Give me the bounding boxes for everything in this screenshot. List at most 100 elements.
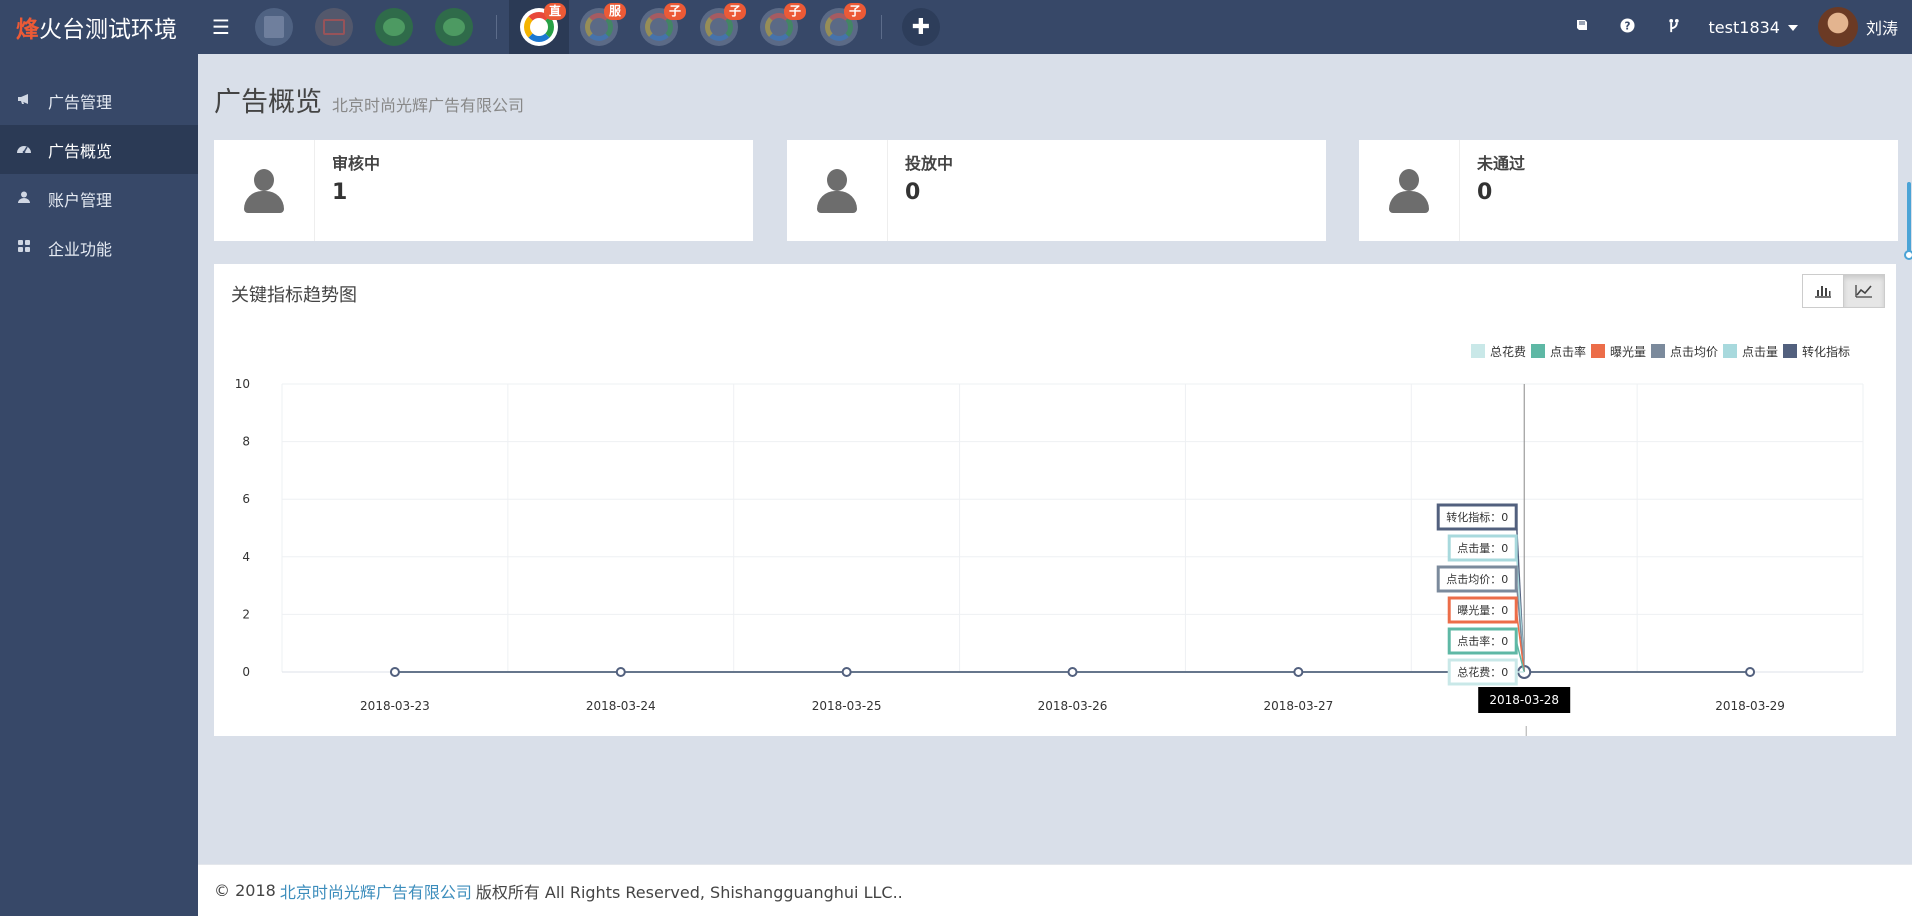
legend-label: 点击均价	[1670, 345, 1718, 359]
y-tick-label: 4	[242, 550, 250, 564]
legend-swatch	[1723, 344, 1737, 358]
sidebar-item-ad-management[interactable]: 广告管理	[0, 76, 198, 125]
tooltip-text: 点击量：0	[1457, 542, 1508, 555]
main-app-icon[interactable]: 直	[509, 0, 569, 54]
wechat-icon[interactable]	[364, 0, 424, 54]
sidebar-item-account-management[interactable]: 账户管理	[0, 174, 198, 223]
legend-label: 转化指标	[1802, 344, 1850, 359]
tooltip-text: 点击率：0	[1457, 634, 1508, 648]
username: test1834	[1708, 17, 1780, 37]
app-badge: 服	[604, 3, 626, 20]
stat-label: 未通过	[1477, 154, 1526, 173]
book-icon[interactable]	[1559, 18, 1605, 36]
branch-icon[interactable]	[1651, 18, 1697, 37]
legend-label: 曝光量	[1610, 345, 1646, 359]
data-point	[1745, 667, 1756, 677]
scrollbar[interactable]	[1904, 182, 1912, 262]
add-app-button[interactable]: ✚	[902, 8, 940, 46]
tooltip-text: 曝光量：0	[1457, 603, 1508, 617]
app-badge: 子	[784, 3, 806, 20]
stat-box-rejected: 未通过 0	[1359, 140, 1898, 241]
dashboard-icon	[16, 142, 32, 158]
brand-name: 火台测试环境	[39, 17, 177, 43]
trend-chart[interactable]: 0 2 4 6 8 10 2018-03-23 2018-03-24 2018-03-25 201…	[214, 264, 1896, 736]
main-content: 广告概览 北京时尚光辉广告有限公司 审核中 1 投放中 0 未通过 0 0 2 4 6…	[198, 54, 1912, 916]
page-title: 广告概览	[214, 87, 322, 118]
grid-icon	[16, 239, 32, 256]
person-icon	[787, 140, 888, 241]
avatar[interactable]	[1817, 7, 1858, 47]
stat-label: 审核中	[332, 154, 381, 173]
line-chart-icon[interactable]	[1843, 274, 1885, 308]
stat-box-reviewing: 审核中 1	[214, 140, 753, 241]
app-icon-2[interactable]	[304, 0, 364, 54]
x-tick-label: 2018-03-27	[1263, 699, 1333, 713]
sub-app-icon[interactable]: 子	[689, 0, 749, 54]
chevron-down-icon	[1787, 25, 1798, 31]
person-icon	[1359, 140, 1460, 241]
y-tick-label: 10	[235, 377, 250, 391]
service-app-icon[interactable]: 服	[569, 0, 629, 54]
copyright-year: © 2018	[214, 881, 276, 900]
legend-label: 总花费	[1490, 344, 1526, 359]
menu-toggle-icon[interactable]: ☰	[198, 0, 244, 54]
app-badge: 直	[544, 3, 566, 20]
sub-app-icon[interactable]: 子	[629, 0, 689, 54]
data-point	[615, 667, 626, 677]
legend-swatch	[1783, 344, 1797, 358]
brand-logo[interactable]: 烽火台测试环境	[0, 0, 198, 54]
y-tick-label: 8	[242, 435, 250, 449]
legend-swatch	[1651, 344, 1665, 358]
sidebar-item-label: 账户管理	[48, 190, 113, 210]
wechat-icon[interactable]	[424, 0, 484, 54]
footer: © 2018 北京时尚光辉广告有限公司 版权所有 All Rights Rese…	[198, 864, 1912, 916]
sub-app-icon[interactable]: 子	[809, 0, 869, 54]
app-icon-1[interactable]	[244, 0, 304, 54]
chart-title: 关键指标趋势图	[231, 285, 357, 306]
x-tick-label: 2018-03-23	[360, 699, 430, 713]
company-link[interactable]: 北京时尚光辉广告有限公司	[280, 879, 472, 903]
stat-value: 1	[332, 180, 348, 205]
y-tick-label: 6	[242, 492, 250, 506]
stat-box-running: 投放中 0	[787, 140, 1326, 241]
sidebar-item-label: 广告管理	[48, 92, 113, 112]
data-point	[1067, 667, 1078, 677]
display-name: 刘涛	[1865, 19, 1898, 38]
x-hover-label: 2018-03-28	[1489, 693, 1559, 707]
legend-swatch	[1471, 344, 1485, 358]
legend-swatch	[1591, 344, 1605, 358]
data-point	[389, 667, 400, 677]
tooltip-text: 转化指标：0	[1446, 510, 1508, 524]
stat-value: 0	[905, 180, 921, 205]
top-navbar: 烽火台测试环境 ☰ 直 服 子 子 子 子 ✚ ? test1834 刘涛	[0, 0, 1912, 54]
app-badge: 子	[664, 3, 686, 20]
app-switcher: 直 服 子 子 子 子 ✚	[244, 0, 940, 54]
sidebar-item-enterprise-features[interactable]: 企业功能	[0, 223, 198, 272]
bar-chart-icon[interactable]	[1802, 274, 1844, 308]
svg-text:?: ?	[1625, 20, 1631, 32]
x-tick-label: 2018-03-25	[812, 699, 882, 713]
data-point	[841, 667, 852, 677]
y-tick-label: 0	[242, 665, 250, 679]
divider	[496, 15, 497, 39]
sub-app-icon[interactable]: 子	[749, 0, 809, 54]
user-icon	[16, 191, 32, 207]
legend-swatch	[1531, 344, 1545, 358]
x-tick-label: 2018-03-26	[1038, 699, 1108, 713]
user-menu[interactable]: test1834	[1697, 18, 1818, 37]
y-tick-label: 2	[242, 607, 250, 621]
topbar-right: ? test1834 刘涛	[1559, 0, 1912, 54]
sidebar-item-label: 广告概览	[48, 141, 113, 161]
trend-chart-panel: 0 2 4 6 8 10 2018-03-23 2018-03-24 2018-03-25 201…	[214, 264, 1896, 736]
sidebar-item-ad-overview[interactable]: 广告概览	[0, 125, 198, 174]
app-badge: 子	[844, 3, 866, 20]
divider	[881, 15, 882, 39]
person-icon	[214, 140, 315, 241]
app-badge: 子	[724, 3, 746, 20]
page-header: 广告概览 北京时尚光辉广告有限公司	[214, 80, 524, 119]
legend-label: 点击率	[1550, 344, 1586, 359]
help-icon[interactable]: ?	[1605, 17, 1651, 37]
page-subtitle: 北京时尚光辉广告有限公司	[332, 96, 525, 115]
rights-text: 版权所有 All Rights Reserved, Shishangguangh…	[475, 882, 903, 902]
x-tick-label: 2018-03-24	[586, 699, 656, 713]
